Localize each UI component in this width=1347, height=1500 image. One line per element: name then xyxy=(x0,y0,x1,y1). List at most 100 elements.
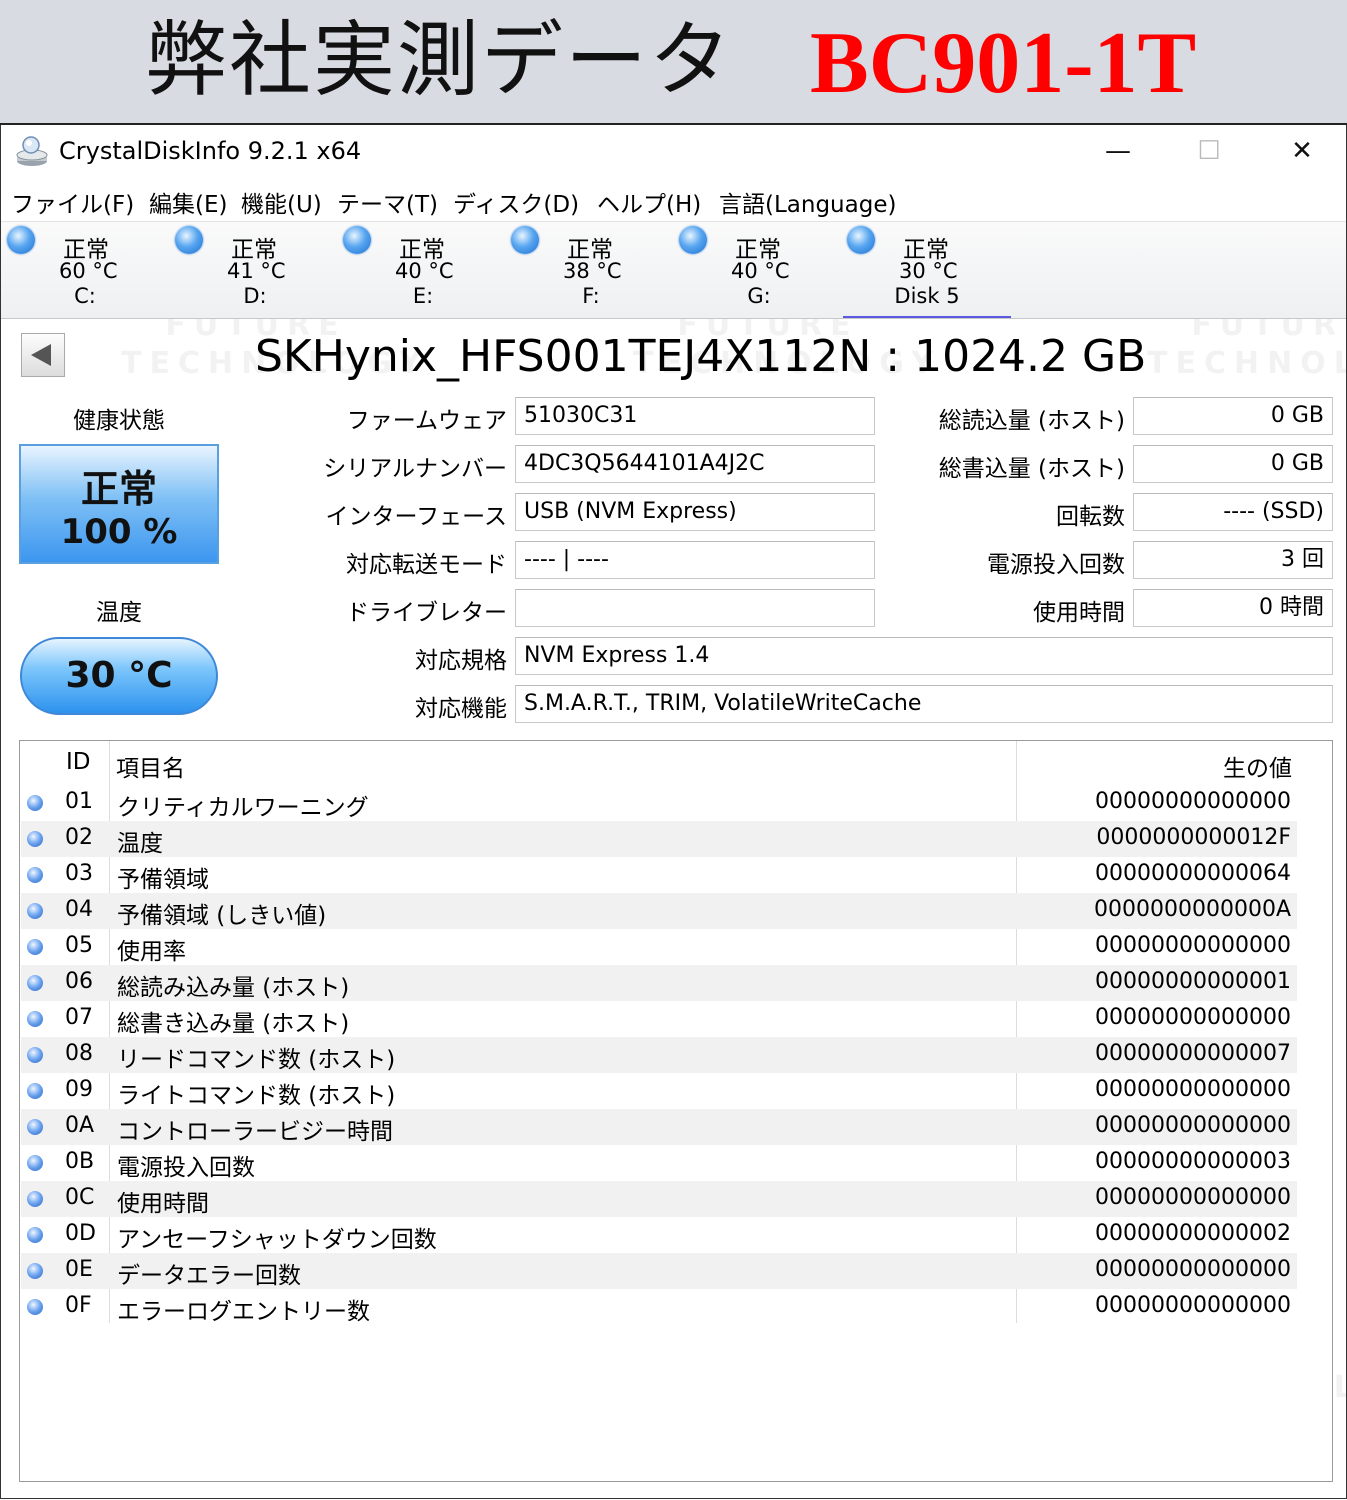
drive-letter-label: ドライブレター xyxy=(346,600,507,626)
table-row[interactable]: 04 予備領域 (しきい値) 0000000000000A xyxy=(21,893,1297,929)
status-dot-icon xyxy=(27,903,43,919)
table-row[interactable]: 0F エラーログエントリー数 00000000000000 xyxy=(21,1289,1297,1325)
drive-temp: 60 °C xyxy=(59,259,118,283)
row-raw-value: 00000000000007 xyxy=(1095,1041,1291,1066)
row-raw-value: 00000000000000 xyxy=(1095,1257,1291,1282)
row-attribute-name: リードコマンド数 (ホスト) xyxy=(117,1047,396,1073)
status-dot-icon xyxy=(27,1227,43,1243)
status-dot-icon xyxy=(27,1011,43,1027)
table-row[interactable]: 01 クリティカルワーニング 00000000000000 xyxy=(21,785,1297,821)
drive-button-e[interactable]: 正常 40 °C E: xyxy=(339,222,507,318)
menu-help[interactable]: ヘルプ(H) xyxy=(597,185,701,219)
column-header-raw[interactable]: 生の値 xyxy=(1223,749,1292,783)
temperature-button[interactable]: 30 °C xyxy=(20,637,218,715)
drive-letter: E: xyxy=(412,284,434,308)
drive-letter: F: xyxy=(582,284,600,308)
menu-bar: ファイル(F) 編集(E) 機能(U) テーマ(T) ディスク(D) ヘルプ(H… xyxy=(1,181,1346,219)
close-button[interactable]: ✕ xyxy=(1280,133,1324,169)
previous-disk-button[interactable] xyxy=(21,333,65,377)
drive-letter: D: xyxy=(243,284,267,308)
menu-file[interactable]: ファイル(F) xyxy=(11,185,134,219)
column-header-id[interactable]: ID xyxy=(66,749,91,775)
row-id: 03 xyxy=(65,861,93,886)
menu-disk[interactable]: ディスク(D) xyxy=(453,185,579,219)
table-row[interactable]: 0D アンセーフシャットダウン回数 00000000000002 xyxy=(21,1217,1297,1253)
drive-temp: 30 °C xyxy=(899,259,958,283)
power-on-hours-label: 使用時間 xyxy=(1033,600,1125,626)
row-raw-value: 00000000000001 xyxy=(1095,969,1291,994)
row-attribute-name: 予備領域 xyxy=(117,867,209,893)
drive-bar: 正常 60 °C C: 正常 41 °C D: 正常 40 °C E: 正常 3… xyxy=(1,221,1346,319)
window-title: CrystalDiskInfo 9.2.1 x64 xyxy=(59,137,362,165)
drive-button-disk5[interactable]: 正常 30 °C Disk 5 xyxy=(843,222,1011,318)
row-raw-value: 0000000000000A xyxy=(1093,897,1291,922)
temperature-label: 温度 xyxy=(96,600,142,626)
rotation-rate-label: 回転数 xyxy=(1056,504,1125,530)
firmware-label: ファームウェア xyxy=(346,408,507,434)
row-raw-value: 00000000000000 xyxy=(1095,1185,1291,1210)
column-header-name[interactable]: 項目名 xyxy=(116,749,185,783)
table-row[interactable]: 0A コントローラービジー時間 00000000000000 xyxy=(21,1109,1297,1145)
drive-letter: Disk 5 xyxy=(894,284,960,308)
menu-function[interactable]: 機能(U) xyxy=(241,185,322,219)
title-bar: CrystalDiskInfo 9.2.1 x64 — ☐ ✕ xyxy=(1,125,1346,177)
watermark-line: TECHNOLOGY xyxy=(1147,346,1346,381)
interface-field: USB (NVM Express) xyxy=(515,493,875,531)
row-attribute-name: エラーログエントリー数 xyxy=(117,1299,370,1325)
table-row[interactable]: 08 リードコマンド数 (ホスト) 00000000000007 xyxy=(21,1037,1297,1073)
status-dot-icon xyxy=(27,1083,43,1099)
health-percent: 100 % xyxy=(60,512,178,552)
table-row[interactable]: 09 ライトコマンド数 (ホスト) 00000000000000 xyxy=(21,1073,1297,1109)
row-raw-value: 00000000000000 xyxy=(1095,933,1291,958)
crystaldiskinfo-icon xyxy=(16,136,48,166)
status-dot-icon xyxy=(27,1047,43,1063)
serial-number-label: シリアルナンバー xyxy=(323,456,507,482)
table-row[interactable]: 05 使用率 00000000000000 xyxy=(21,929,1297,965)
power-on-hours-field: 0 時間 xyxy=(1133,589,1333,627)
serial-number-field: 4DC3Q5644101A4J2C xyxy=(515,445,875,483)
menu-language[interactable]: 言語(Language) xyxy=(719,185,896,219)
standard-field: NVM Express 1.4 xyxy=(515,637,1333,675)
table-row[interactable]: 06 総読み込み量 (ホスト) 00000000000001 xyxy=(21,965,1297,1001)
drive-temp: 40 °C xyxy=(731,259,790,283)
health-status-button[interactable]: 正常 100 % xyxy=(19,444,219,564)
table-row[interactable]: 02 温度 0000000000012F xyxy=(21,821,1297,857)
row-raw-value: 00000000000000 xyxy=(1095,1113,1291,1138)
drive-button-g[interactable]: 正常 40 °C G: xyxy=(675,222,843,318)
drive-button-f[interactable]: 正常 38 °C F: xyxy=(507,222,675,318)
row-id: 0A xyxy=(65,1113,95,1138)
power-on-count-field: 3 回 xyxy=(1133,541,1333,579)
total-write-label: 総書込量 (ホスト) xyxy=(938,456,1125,482)
table-row[interactable]: 0E データエラー回数 00000000000000 xyxy=(21,1253,1297,1289)
row-raw-value: 00000000000000 xyxy=(1095,1005,1291,1030)
interface-label: インターフェース xyxy=(325,504,507,530)
table-row[interactable]: 07 総書き込み量 (ホスト) 00000000000000 xyxy=(21,1001,1297,1037)
menu-edit[interactable]: 編集(E) xyxy=(149,185,227,219)
row-raw-value: 00000000000064 xyxy=(1095,861,1291,886)
status-dot-icon xyxy=(27,1263,43,1279)
status-dot-icon xyxy=(27,939,43,955)
drive-letter-field xyxy=(515,589,875,627)
row-attribute-name: コントローラービジー時間 xyxy=(117,1119,393,1145)
table-row[interactable]: 0C 使用時間 00000000000000 xyxy=(21,1181,1297,1217)
table-row[interactable]: 03 予備領域 00000000000064 xyxy=(21,857,1297,893)
minimize-button[interactable]: — xyxy=(1096,133,1140,169)
menu-theme[interactable]: テーマ(T) xyxy=(337,185,438,219)
drive-letter: C: xyxy=(74,284,96,308)
maximize-button[interactable]: ☐ xyxy=(1187,133,1231,169)
table-row[interactable]: 0B 電源投入回数 00000000000003 xyxy=(21,1145,1297,1181)
transfer-mode-field: ---- | ---- xyxy=(515,541,875,579)
drive-status-dot xyxy=(7,226,35,254)
row-id: 04 xyxy=(65,897,93,922)
row-raw-value: 00000000000000 xyxy=(1095,789,1291,814)
row-raw-value: 0000000000012F xyxy=(1096,825,1291,850)
status-dot-icon xyxy=(27,795,43,811)
row-attribute-name: 温度 xyxy=(117,831,163,857)
drive-button-d[interactable]: 正常 41 °C D: xyxy=(171,222,339,318)
row-raw-value: 00000000000003 xyxy=(1095,1149,1291,1174)
drive-letter: G: xyxy=(747,284,771,308)
status-dot-icon xyxy=(27,1299,43,1315)
drive-button-c[interactable]: 正常 60 °C C: xyxy=(3,222,171,318)
drive-status-dot xyxy=(343,226,371,254)
smart-table: ID 項目名 生の値 01 クリティカルワーニング 00000000000000 02… xyxy=(19,740,1333,1482)
